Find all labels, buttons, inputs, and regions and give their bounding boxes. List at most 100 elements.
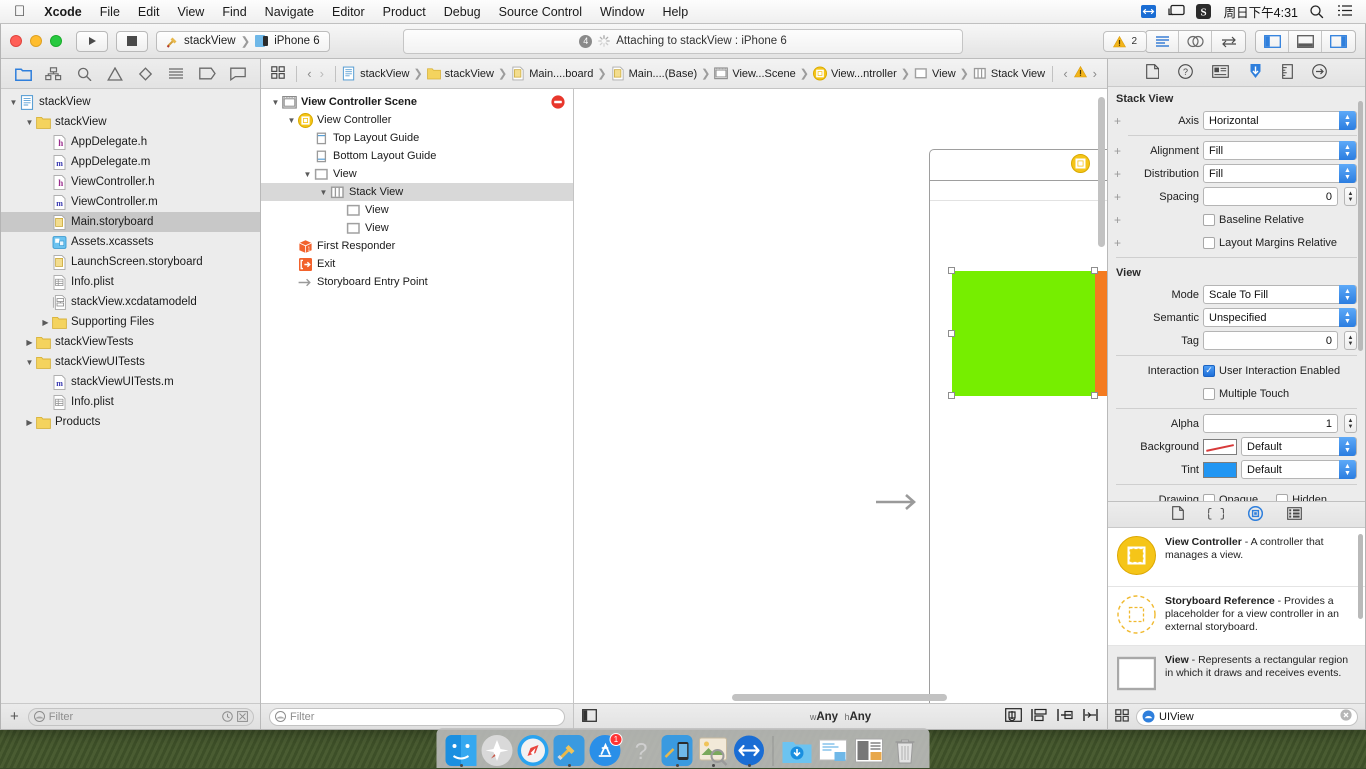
- embed-in-button[interactable]: [1031, 708, 1047, 725]
- navigator-row-stackview[interactable]: ▼stackView: [1, 112, 260, 132]
- assistant-editor-button[interactable]: [1179, 31, 1212, 52]
- align-button[interactable]: [1056, 708, 1073, 725]
- connections-inspector-tab[interactable]: [1312, 64, 1327, 82]
- dock-app-unknown[interactable]: ?: [626, 735, 657, 766]
- minimize-window-button[interactable]: [30, 35, 42, 47]
- disclosure-triangle[interactable]: ▼: [285, 116, 298, 125]
- menu-item-debug[interactable]: Debug: [435, 0, 490, 24]
- notification-center-icon[interactable]: [1337, 4, 1354, 19]
- tint-color-well[interactable]: [1203, 462, 1237, 478]
- navigator-row-stackview-xcdatamodeld[interactable]: stackView.xcdatamodeld: [1, 292, 260, 312]
- viewcontroller-icon[interactable]: [1071, 154, 1090, 176]
- navigator-row-viewcontroller-h[interactable]: hViewController.h: [1, 172, 260, 192]
- code-snippet-library-tab[interactable]: { }: [1208, 506, 1224, 523]
- project-navigator-tab[interactable]: [12, 64, 34, 84]
- outline-row-first-responder[interactable]: 1First Responder: [261, 237, 573, 255]
- menu-item-file[interactable]: File: [91, 0, 129, 24]
- file-template-library-tab[interactable]: [1172, 506, 1184, 523]
- debug-navigator-tab[interactable]: [165, 64, 187, 84]
- canvas-vertical-scrollbar[interactable]: [1098, 97, 1105, 247]
- toggle-navigator-button[interactable]: [1256, 31, 1289, 52]
- selection-handle[interactable]: [1091, 267, 1098, 274]
- jumpbar-forward-button[interactable]: ›: [316, 66, 328, 81]
- alignment-add-variation-button[interactable]: +: [1112, 144, 1123, 158]
- media-library-tab[interactable]: [1287, 507, 1302, 523]
- distribution-add-variation-button[interactable]: +: [1112, 167, 1123, 181]
- margins-add-variation-button[interactable]: +: [1112, 236, 1123, 250]
- alpha-input[interactable]: 1: [1203, 414, 1338, 433]
- menu-item-window[interactable]: Window: [591, 0, 653, 24]
- disclosure-triangle[interactable]: ▼: [301, 170, 314, 179]
- document-outline-tree[interactable]: ▼View Controller Scene▼View ControllerTo…: [261, 89, 573, 703]
- disclosure-triangle[interactable]: ▶: [23, 338, 36, 347]
- stack-child-view-green[interactable]: [952, 271, 1095, 396]
- selection-handle[interactable]: [1091, 392, 1098, 399]
- scheme-selector[interactable]: stackView ❯ iPhone 6: [156, 31, 330, 52]
- dock-app-finder[interactable]: [446, 735, 477, 766]
- close-window-button[interactable]: [10, 35, 22, 47]
- canvas-horizontal-scrollbar[interactable]: [582, 694, 1099, 701]
- disclosure-triangle[interactable]: ▼: [23, 118, 36, 127]
- dock-app-app-store[interactable]: 1: [590, 735, 621, 766]
- opaque-checkbox[interactable]: [1203, 494, 1215, 502]
- interface-builder-canvas[interactable]: 1: [574, 89, 1107, 703]
- mode-popup[interactable]: Scale To Fill ▲▼: [1203, 285, 1357, 304]
- menu-item-edit[interactable]: Edit: [129, 0, 169, 24]
- add-button[interactable]: +: [7, 708, 22, 725]
- disclosure-triangle[interactable]: ▼: [269, 98, 282, 107]
- jumpbar-item-main-board[interactable]: Main....board: [511, 67, 593, 81]
- jumpbar-item-view[interactable]: View: [914, 67, 956, 81]
- navigator-row-stackviewtests[interactable]: ▶stackViewTests: [1, 332, 260, 352]
- scene-stop-icon[interactable]: [551, 95, 573, 109]
- outline-row-view[interactable]: View: [261, 201, 573, 219]
- axis-add-variation-button[interactable]: +: [1112, 114, 1123, 128]
- standard-editor-button[interactable]: [1146, 31, 1179, 52]
- menubar-clock[interactable]: 周日下午4:31: [1224, 2, 1298, 21]
- menu-item-product[interactable]: Product: [374, 0, 435, 24]
- outline-row-bottom-layout-guide[interactable]: Bottom Layout Guide: [261, 147, 573, 165]
- menu-item-editor[interactable]: Editor: [323, 0, 374, 24]
- dock-trash[interactable]: [890, 735, 921, 766]
- disclosure-triangle[interactable]: ▼: [317, 188, 330, 197]
- issue-prev-button[interactable]: ‹: [1059, 66, 1071, 81]
- navigator-row-launchscreen-storyboard[interactable]: LaunchScreen.storyboard: [1, 252, 260, 272]
- distribution-popup[interactable]: Fill ▲▼: [1203, 164, 1357, 183]
- baseline-relative-checkbox[interactable]: [1203, 214, 1215, 226]
- menu-item-view[interactable]: View: [168, 0, 213, 24]
- jumpbar-back-button[interactable]: ‹: [303, 66, 315, 81]
- clear-icon[interactable]: [1340, 709, 1352, 724]
- outline-row-stack-view[interactable]: ▼Stack View: [261, 183, 573, 201]
- update-frames-button[interactable]: [1005, 708, 1022, 725]
- run-button[interactable]: [76, 31, 108, 52]
- disclosure-triangle[interactable]: ▼: [23, 358, 36, 367]
- test-navigator-tab[interactable]: [135, 64, 157, 84]
- stop-button[interactable]: [116, 31, 148, 52]
- library-item-view-controller[interactable]: View Controller - A controller that mana…: [1108, 528, 1365, 587]
- navigator-row-viewcontroller-m[interactable]: mViewController.m: [1, 192, 260, 212]
- jumpbar-item-stackview[interactable]: stackView: [342, 67, 409, 81]
- stack-child-view-orange[interactable]: [1095, 271, 1108, 396]
- alignment-popup[interactable]: Fill ▲▼: [1203, 141, 1357, 160]
- size-inspector-tab[interactable]: [1282, 64, 1293, 82]
- selection-handle[interactable]: [948, 392, 955, 399]
- menu-item-find[interactable]: Find: [213, 0, 255, 24]
- library-item-view[interactable]: View - Represents a rectangular region i…: [1108, 646, 1365, 703]
- background-popup[interactable]: Default ▲▼: [1241, 437, 1357, 456]
- snagit-icon[interactable]: S: [1196, 4, 1213, 19]
- apple-menu-icon[interactable]: : [8, 1, 35, 23]
- grid-view-toggle-button[interactable]: [1115, 709, 1129, 725]
- breakpoint-navigator-tab[interactable]: [196, 64, 218, 84]
- dock-downloads-folder[interactable]: [782, 735, 813, 766]
- library-item-storyboard-reference[interactable]: Storyboard Reference - Provides a placeh…: [1108, 587, 1365, 646]
- user-interaction-enabled-checkbox[interactable]: ✓: [1203, 365, 1215, 377]
- outline-row-view-controller[interactable]: ▼View Controller: [261, 111, 573, 129]
- view-controller-scene[interactable]: 1: [929, 149, 1107, 703]
- outline-row-exit[interactable]: Exit: [261, 255, 573, 273]
- tag-input[interactable]: 0: [1203, 331, 1338, 350]
- navigator-row-stackview[interactable]: ▼stackView: [1, 92, 260, 112]
- menu-item-source-control[interactable]: Source Control: [490, 0, 591, 24]
- report-navigator-tab[interactable]: [227, 64, 249, 84]
- semantic-popup[interactable]: Unspecified ▲▼: [1203, 308, 1357, 327]
- identity-inspector-tab[interactable]: [1212, 65, 1229, 81]
- navigator-row-info-plist[interactable]: Info.plist: [1, 272, 260, 292]
